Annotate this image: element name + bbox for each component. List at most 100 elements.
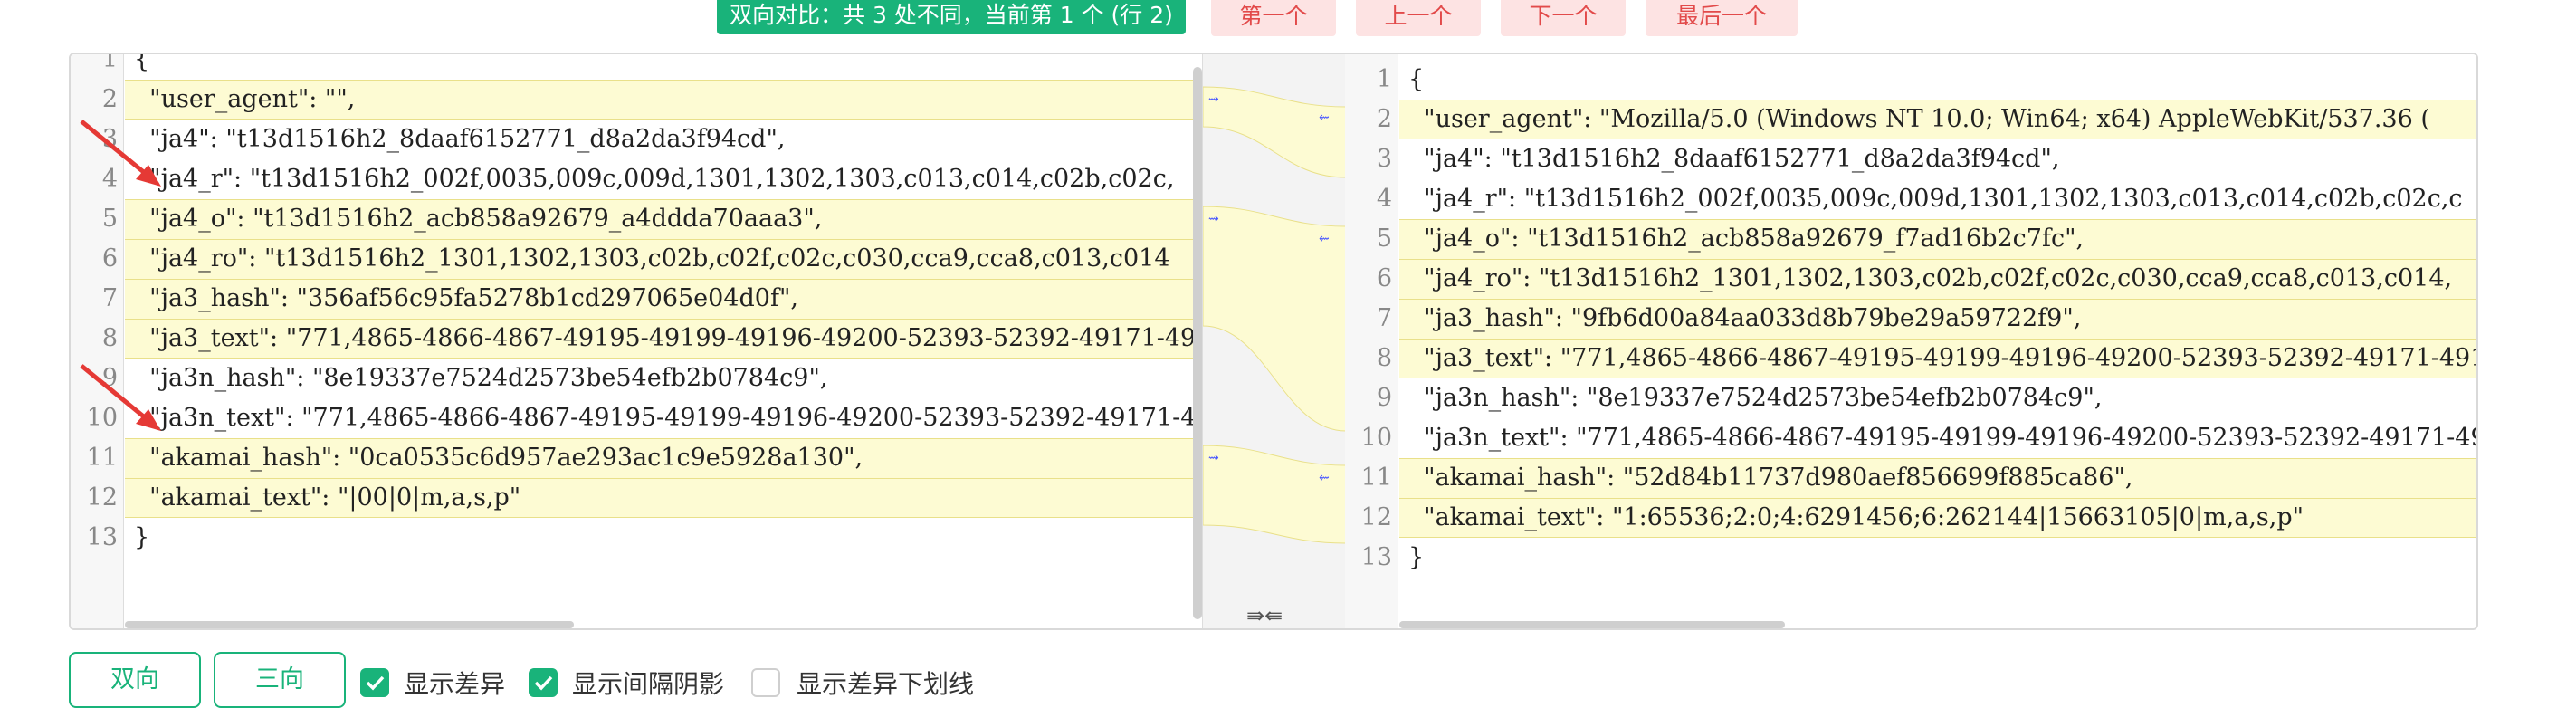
merge-right-icon[interactable]: ⇝ <box>1208 451 1219 465</box>
code-line[interactable]: 11 "akamai_hash": "0ca0535c6d957ae293ac1… <box>71 438 1202 478</box>
last-diff-button[interactable]: 最后一个 <box>1646 0 1798 36</box>
code-text: "ja3n_text": "771,4865-4866-4867-49195-4… <box>1408 424 2476 452</box>
code-text: "ja4_ro": "t13d1516h2_1301,1302,1303,c02… <box>1399 259 2476 299</box>
line-number: 10 <box>1360 424 1392 452</box>
line-number: 9 <box>1376 384 1392 412</box>
line-number: 1 <box>101 54 118 73</box>
code-line[interactable]: 13} <box>1345 538 2476 578</box>
code-line[interactable]: 1{ <box>1345 60 2476 100</box>
diff-connectors <box>1203 86 1346 544</box>
code-text: "user_agent": "", <box>125 80 1202 120</box>
code-line[interactable]: 2 "user_agent": "", <box>71 80 1202 120</box>
right-editor-pane[interactable]: 1{2 "user_agent": "Mozilla/5.0 (Windows … <box>1345 54 2476 628</box>
code-line[interactable]: 4 "ja4_r": "t13d1516h2_002f,0035,009c,00… <box>71 159 1202 199</box>
merge-left-icon[interactable]: ⇜ <box>1319 471 1330 485</box>
code-line[interactable]: 8 "ja3_text": "771,4865-4866-4867-49195-… <box>71 319 1202 359</box>
mode-three-way-button[interactable]: 三向 <box>214 652 346 708</box>
left-editor-pane[interactable]: 1{2 "user_agent": "", 3 "ja4": "t13d1516h… <box>71 54 1202 628</box>
code-line[interactable]: 6 "ja4_ro": "t13d1516h2_1301,1302,1303,c… <box>1345 259 2476 299</box>
line-number: 8 <box>1376 344 1392 372</box>
show-diff-label: 显示差异 <box>404 669 506 699</box>
code-text: "akamai_text": "1:65536;2:0;4:6291456;6:… <box>1399 498 2476 538</box>
show-interval-shading-checkbox[interactable] <box>529 668 558 697</box>
diff-status-badge: 双向对比：共 3 处不同，当前第 1 个 (行 2) <box>717 0 1186 34</box>
merge-gap: ⇝ ⇜ ⇝ ⇜ ⇝ ⇜ ⇛⇚ <box>1202 54 1347 628</box>
line-number: 3 <box>1376 145 1392 173</box>
code-text: "ja3n_hash": "8e19337e7524d2573be54efb2b… <box>134 364 828 392</box>
merge-left-icon[interactable]: ⇜ <box>1319 232 1330 246</box>
next-diff-button[interactable]: 下一个 <box>1501 0 1626 36</box>
annotation-arrow-icon <box>80 364 161 431</box>
line-number: 2 <box>1376 105 1392 133</box>
line-number: 6 <box>101 244 118 273</box>
code-text: "akamai_text": "|00|0|m,a,s,p" <box>125 478 1202 518</box>
code-line[interactable]: 3 "ja4": "t13d1516h2_8daaf6152771_d8a2da… <box>1345 139 2476 179</box>
line-number: 12 <box>1360 503 1392 531</box>
code-text: { <box>134 54 150 73</box>
prev-diff-button[interactable]: 上一个 <box>1356 0 1481 36</box>
merge-view: 1{2 "user_agent": "", 3 "ja4": "t13d1516h… <box>69 53 2478 630</box>
code-line[interactable]: 12 "akamai_text": "|00|0|m,a,s,p" <box>71 478 1202 518</box>
code-text: "ja3n_hash": "8e19337e7524d2573be54efb2b… <box>1408 384 2103 412</box>
mode-two-way-button[interactable]: 双向 <box>69 652 201 708</box>
top-toolbar: 双向对比：共 3 处不同，当前第 1 个 (行 2) 第一个 上一个 下一个 最… <box>0 0 2576 36</box>
line-number: 5 <box>101 205 118 233</box>
first-diff-button[interactable]: 第一个 <box>1211 0 1336 36</box>
code-line[interactable]: 5 "ja4_o": "t13d1516h2_acb858a92679_f7ad… <box>1345 219 2476 259</box>
line-number: 7 <box>1376 304 1392 332</box>
merge-left-icon[interactable]: ⇜ <box>1319 110 1330 125</box>
code-line[interactable]: 10 "ja3n_text": "771,4865-4866-4867-4919… <box>71 398 1202 438</box>
code-line[interactable]: 3 "ja4": "t13d1516h2_8daaf6152771_d8a2da… <box>71 120 1202 159</box>
code-text: "akamai_hash": "52d84b11737d980aef856699… <box>1399 458 2476 498</box>
left-vertical-scrollbar[interactable] <box>1193 67 1202 619</box>
checkmark-icon <box>534 675 553 691</box>
line-number: 1 <box>1376 65 1392 93</box>
code-line[interactable]: 9 "ja3n_hash": "8e19337e7524d2573be54efb… <box>1345 378 2476 418</box>
code-text: "ja4_r": "t13d1516h2_002f,0035,009c,009d… <box>1408 185 2463 213</box>
code-text: "ja4": "t13d1516h2_8daaf6152771_d8a2da3f… <box>1408 145 2060 173</box>
code-line[interactable]: 2 "user_agent": "Mozilla/5.0 (Windows NT… <box>1345 100 2476 139</box>
right-horizontal-scrollbar[interactable] <box>1399 621 1785 628</box>
code-text: "ja3_text": "771,4865-4866-4867-49195-49… <box>125 319 1202 359</box>
code-line[interactable]: 6 "ja4_ro": "t13d1516h2_1301,1302,1303,c… <box>71 239 1202 279</box>
left-horizontal-scrollbar[interactable] <box>125 621 574 628</box>
show-interval-shading-label: 显示间隔阴影 <box>572 669 725 699</box>
line-number: 7 <box>101 284 118 312</box>
code-text: "akamai_hash": "0ca0535c6d957ae293ac1c9e… <box>125 438 1202 478</box>
code-line[interactable]: 13} <box>71 518 1202 558</box>
code-text: "ja3n_text": "771,4865-4866-4867-49195-4… <box>134 404 1197 432</box>
code-text: "ja4": "t13d1516h2_8daaf6152771_d8a2da3f… <box>134 125 786 153</box>
line-number: 11 <box>1360 464 1392 492</box>
line-number: 4 <box>1376 185 1392 213</box>
code-line[interactable]: 10 "ja3n_text": "771,4865-4866-4867-4919… <box>1345 418 2476 458</box>
line-number: 13 <box>86 523 118 551</box>
code-text: "ja4_o": "t13d1516h2_acb858a92679_f7ad16… <box>1399 219 2476 259</box>
code-text: "ja4_o": "t13d1516h2_acb858a92679_a4ddda… <box>125 199 1202 239</box>
code-text: "ja3_hash": "9fb6d00a84aa033d8b79be29a59… <box>1399 299 2476 339</box>
code-text: } <box>134 523 150 551</box>
line-number: 6 <box>1376 264 1392 292</box>
code-text: "ja3_hash": "356af56c95fa5278b1cd297065e… <box>125 279 1202 319</box>
code-line[interactable]: 5 "ja4_o": "t13d1516h2_acb858a92679_a4dd… <box>71 199 1202 239</box>
code-line[interactable]: 1{ <box>71 54 1202 80</box>
code-line[interactable]: 9 "ja3n_hash": "8e19337e7524d2573be54efb… <box>71 359 1202 398</box>
merge-right-icon[interactable]: ⇝ <box>1208 212 1219 226</box>
code-line[interactable]: 7 "ja3_hash": "356af56c95fa5278b1cd29706… <box>71 279 1202 319</box>
code-line[interactable]: 8 "ja3_text": "771,4865-4866-4867-49195-… <box>1345 339 2476 378</box>
line-number: 11 <box>86 444 118 472</box>
show-diff-underline-checkbox[interactable] <box>751 668 780 697</box>
code-text: "ja3_text": "771,4865-4866-4867-49195-49… <box>1399 339 2476 378</box>
show-diff-underline-label: 显示差异下划线 <box>797 669 975 699</box>
annotation-arrow-icon <box>80 120 161 187</box>
code-text: } <box>1408 543 1425 571</box>
code-line[interactable]: 7 "ja3_hash": "9fb6d00a84aa033d8b79be29a… <box>1345 299 2476 339</box>
swap-panes-icon[interactable]: ⇛⇚ <box>1246 603 1283 628</box>
code-text: "user_agent": "Mozilla/5.0 (Windows NT 1… <box>1399 100 2476 139</box>
show-diff-checkbox[interactable] <box>360 668 389 697</box>
line-number: 5 <box>1376 225 1392 253</box>
code-line[interactable]: 4 "ja4_r": "t13d1516h2_002f,0035,009c,00… <box>1345 179 2476 219</box>
code-line[interactable]: 11 "akamai_hash": "52d84b11737d980aef856… <box>1345 458 2476 498</box>
merge-right-icon[interactable]: ⇝ <box>1208 92 1219 107</box>
checkmark-icon <box>366 675 385 691</box>
code-line[interactable]: 12 "akamai_text": "1:65536;2:0;4:6291456… <box>1345 498 2476 538</box>
